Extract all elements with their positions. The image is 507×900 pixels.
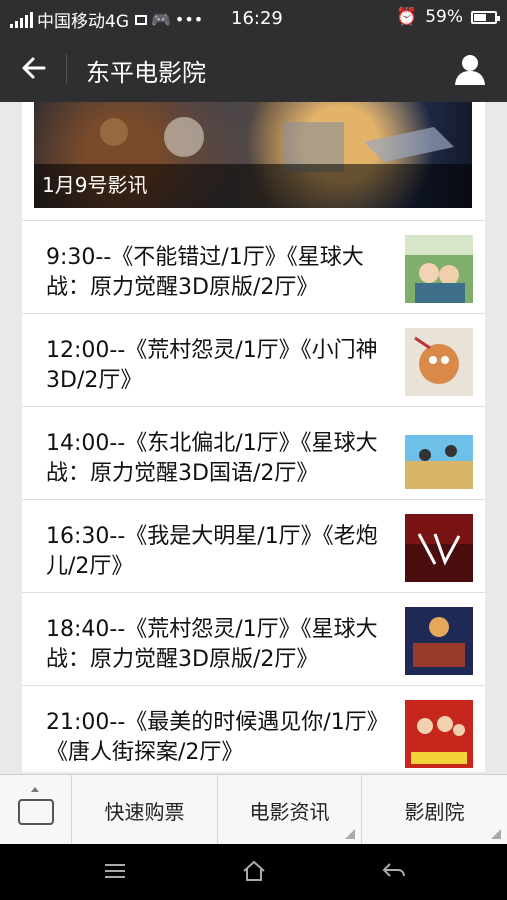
home-icon[interactable]: [240, 858, 268, 884]
status-bar: 中国移动4G 🎮 ••• 16:29 ⏰ 59%: [0, 0, 507, 36]
carrier-label: 中国移动4G: [37, 12, 129, 32]
schedule-text: 18:40--《荒村怨灵/1厅》《星球大战：原力觉醒3D原版/2厅》: [46, 617, 378, 672]
article-content[interactable]: 1月9号影讯 9:30--《不能错过/1厅》《星球大战：原力觉醒3D原版/2厅》…: [22, 102, 485, 772]
schedule-item[interactable]: 18:40--《荒村怨灵/1厅》《星球大战：原力觉醒3D原版/2厅》: [22, 592, 485, 685]
poster-thumbnail: [405, 700, 473, 768]
schedule-item[interactable]: 12:00--《荒村怨灵/1厅》《小门神3D/2厅》: [22, 313, 485, 406]
poster-thumbnail: [405, 328, 473, 396]
title-separator: [66, 54, 67, 84]
battery-percent: 59%: [425, 7, 463, 27]
more-icon: •••: [174, 10, 204, 29]
submenu-indicator-icon: [345, 829, 355, 839]
menu-icon[interactable]: [102, 858, 128, 884]
poster-thumbnail: [405, 421, 473, 489]
alarm-icon: ⏰: [396, 7, 418, 27]
page-title: 东平电影院: [86, 59, 206, 87]
schedule-item[interactable]: 9:30--《不能错过/1厅》《星球大战：原力觉醒3D原版/2厅》: [22, 220, 485, 313]
schedule-item[interactable]: 21:00--《最美的时候遇见你/1厅》《唐人街探案/2厅》: [22, 685, 485, 772]
battery-icon: [471, 10, 500, 24]
caret-up-icon: [31, 787, 39, 792]
schedule-item[interactable]: 14:00--《东北偏北/1厅》《星球大战：原力觉醒3D国语/2厅》: [22, 406, 485, 499]
menu-movie-news-label: 电影资讯: [249, 799, 330, 824]
schedule-text: 12:00--《荒村怨灵/1厅》《小门神3D/2厅》: [46, 338, 378, 393]
menu-quick-ticket[interactable]: 快速购票: [72, 775, 218, 845]
menu-theater[interactable]: 影剧院: [362, 775, 507, 845]
back-arrow-icon[interactable]: [20, 54, 48, 82]
poster-thumbnail: [405, 607, 473, 675]
submenu-indicator-icon: [491, 829, 501, 839]
title-bar: 东平电影院: [0, 36, 507, 102]
bottom-menu: 快速购票 电影资讯 影剧院: [0, 774, 507, 845]
schedule-item[interactable]: 16:30--《我是大明星/1厅》《老炮儿/2厅》: [22, 499, 485, 592]
gamepad-icon: 🎮: [151, 10, 171, 29]
banner-caption: 1月9号影讯: [42, 173, 148, 197]
menu-quick-ticket-label: 快速购票: [104, 799, 185, 824]
poster-thumbnail: [405, 235, 473, 303]
poster-thumbnail: [405, 514, 473, 582]
system-nav-bar: [0, 844, 507, 900]
schedule-text: 16:30--《我是大明星/1厅》《老炮儿/2厅》: [46, 524, 378, 579]
clock: 16:29: [231, 8, 283, 29]
schedule-text: 9:30--《不能错过/1厅》《星球大战：原力觉醒3D原版/2厅》: [46, 245, 364, 300]
menu-theater-label: 影剧院: [404, 799, 465, 824]
lock-icon: [135, 14, 147, 25]
banner-image[interactable]: 1月9号影讯: [34, 102, 472, 208]
schedule-text: 21:00--《最美的时候遇见你/1厅》《唐人街探案/2厅》: [46, 710, 378, 765]
back-icon[interactable]: [380, 858, 408, 884]
menu-movie-news[interactable]: 电影资讯: [218, 775, 362, 845]
schedule-text: 14:00--《东北偏北/1厅》《星球大战：原力觉醒3D国语/2厅》: [46, 431, 378, 486]
signal-icon: [10, 11, 33, 28]
keyboard-icon: [18, 799, 54, 825]
keyboard-toggle-button[interactable]: [0, 775, 72, 845]
user-profile-icon[interactable]: [453, 52, 487, 86]
